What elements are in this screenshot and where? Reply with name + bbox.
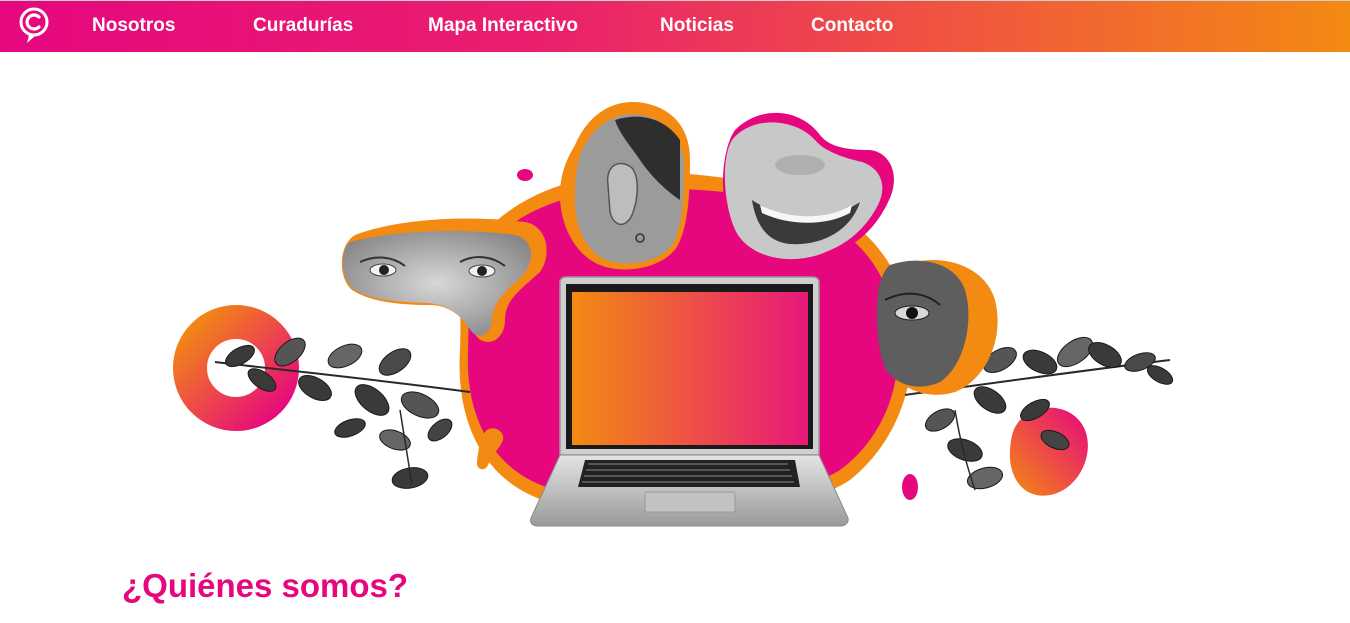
- nav-item-curadurias[interactable]: Curadurías: [253, 15, 353, 37]
- hero-collage-illustration: [173, 101, 1174, 527]
- magenta-tiny-drop: [517, 169, 533, 181]
- top-navigation-bar: Nosotros Curadurías Mapa Interactivo Not…: [0, 0, 1350, 52]
- nav-item-noticias[interactable]: Noticias: [660, 15, 734, 37]
- ear-photo-cutout: [560, 101, 690, 270]
- magenta-small-drop: [902, 474, 918, 500]
- laptop-trackpad: [644, 491, 736, 513]
- about-section-title: ¿Quiénes somos?: [122, 567, 409, 604]
- laptop-illustration: [530, 276, 849, 527]
- logo-icon[interactable]: [18, 6, 52, 46]
- nav-item-contacto[interactable]: Contacto: [811, 15, 893, 37]
- laptop-screen: [572, 292, 808, 445]
- nav-item-nosotros[interactable]: Nosotros: [92, 15, 175, 37]
- right-gradient-blob: [1009, 407, 1088, 496]
- nav-item-mapa-interactivo[interactable]: Mapa Interactivo: [428, 15, 578, 37]
- eye-photo-cutout: [877, 260, 998, 395]
